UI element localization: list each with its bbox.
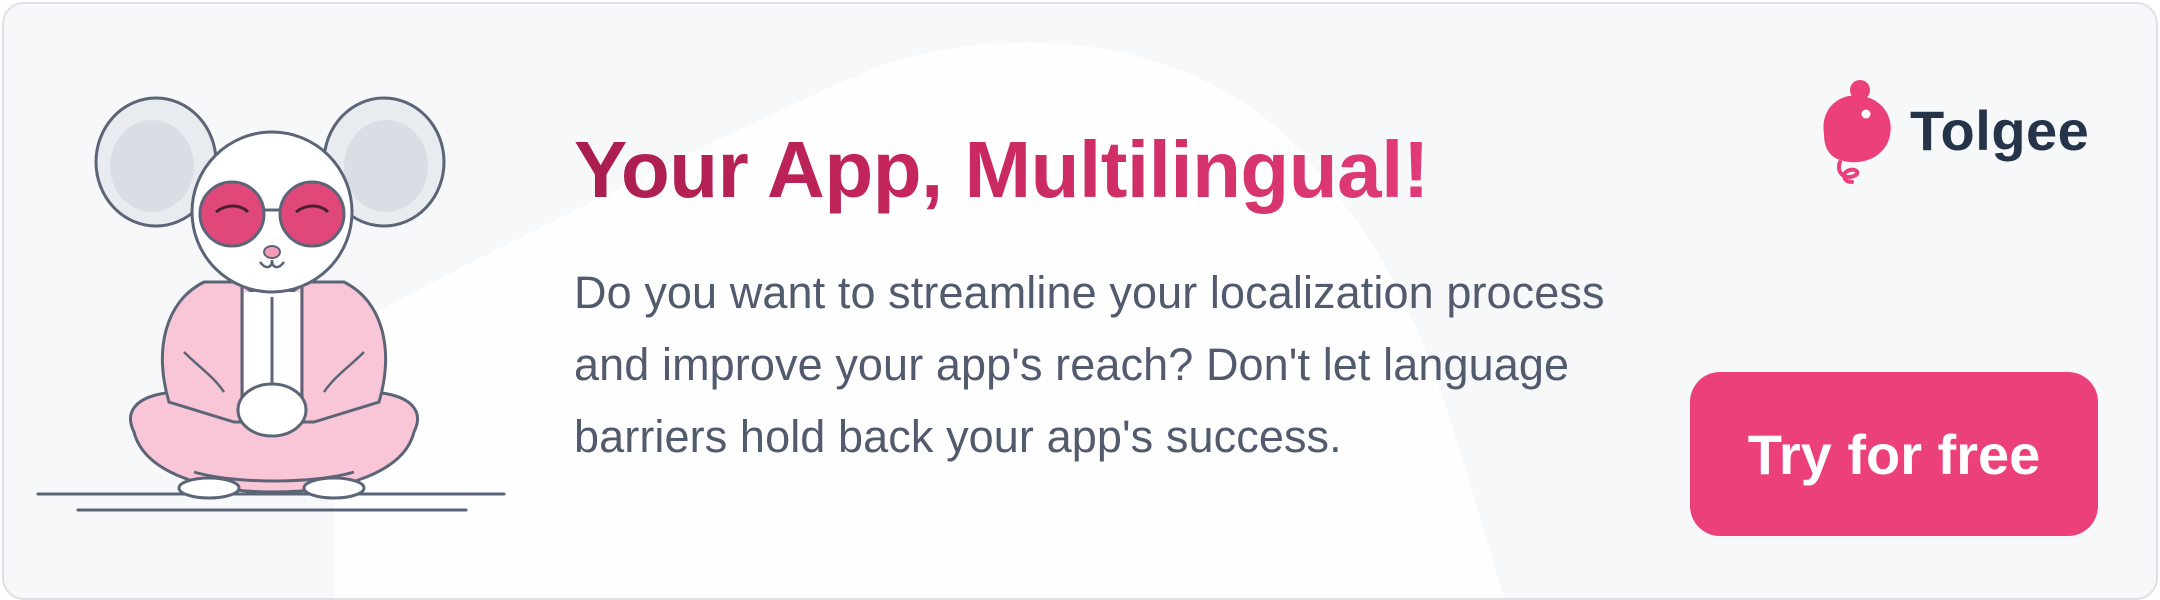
promo-banner: Your App, Multilingual! Do you want to s…	[2, 2, 2158, 600]
tolgee-logo[interactable]: Tolgee	[1814, 76, 2089, 186]
brand-name: Tolgee	[1910, 99, 2090, 162]
meditating-mouse-illustration	[36, 96, 506, 512]
banner-headline: Your App, Multilingual!	[574, 122, 1430, 218]
try-for-free-button[interactable]: Try for free	[1690, 372, 2098, 536]
banner-description: Do you want to streamline your localizat…	[574, 267, 1605, 462]
tolgee-mouse-logo-icon	[1823, 80, 1891, 184]
